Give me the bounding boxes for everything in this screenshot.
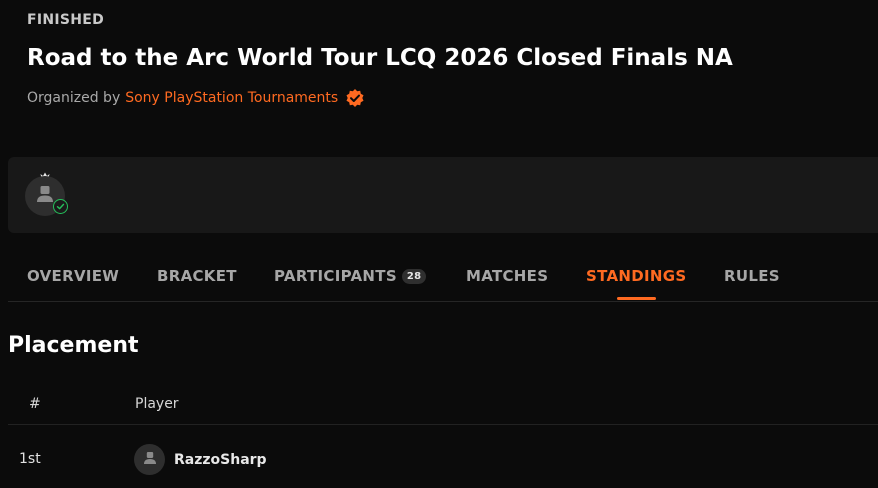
organizer-card — [8, 157, 878, 233]
verified-badge-icon — [345, 88, 365, 108]
participants-count-badge: 28 — [401, 268, 427, 284]
column-header-player: Player — [135, 396, 179, 412]
tab-participants[interactable]: PARTICIPANTS 28 — [274, 267, 427, 285]
tournament-status: FINISHED — [27, 12, 105, 28]
tab-rules[interactable]: RULES — [724, 267, 780, 285]
placement-rank: 1st — [19, 451, 41, 467]
crown-icon — [40, 165, 50, 180]
tab-bracket[interactable]: BRACKET — [157, 267, 237, 285]
tab-standings[interactable]: STANDINGS — [586, 267, 686, 285]
tab-label: MATCHES — [466, 267, 549, 285]
tab-label: RULES — [724, 267, 780, 285]
organizer-line: Organized by Sony PlayStation Tournament… — [27, 88, 365, 108]
check-circle-icon — [53, 199, 68, 214]
organizer-link[interactable]: Sony PlayStation Tournaments — [125, 90, 338, 106]
tab-label: BRACKET — [157, 267, 237, 285]
placement-heading: Placement — [8, 333, 139, 358]
tab-label: STANDINGS — [586, 267, 687, 285]
organized-by-label: Organized by — [27, 90, 121, 106]
player-avatar[interactable] — [134, 444, 165, 475]
tab-label: OVERVIEW — [27, 267, 120, 285]
player-name-link[interactable]: RazzoSharp — [174, 452, 267, 468]
page-title: Road to the Arc World Tour LCQ 2026 Clos… — [27, 45, 733, 71]
tournament-page: FINISHED Road to the Arc World Tour LCQ … — [0, 0, 878, 488]
tab-label: PARTICIPANTS — [274, 267, 397, 285]
active-tab-indicator — [617, 297, 656, 300]
user-silhouette-icon — [142, 450, 158, 470]
tab-matches[interactable]: MATCHES — [466, 267, 548, 285]
table-divider — [8, 424, 878, 425]
tournament-tabs: OVERVIEW BRACKET PARTICIPANTS 28 MATCHES… — [8, 258, 878, 302]
tab-overview[interactable]: OVERVIEW — [27, 267, 119, 285]
column-header-rank: # — [29, 396, 41, 412]
